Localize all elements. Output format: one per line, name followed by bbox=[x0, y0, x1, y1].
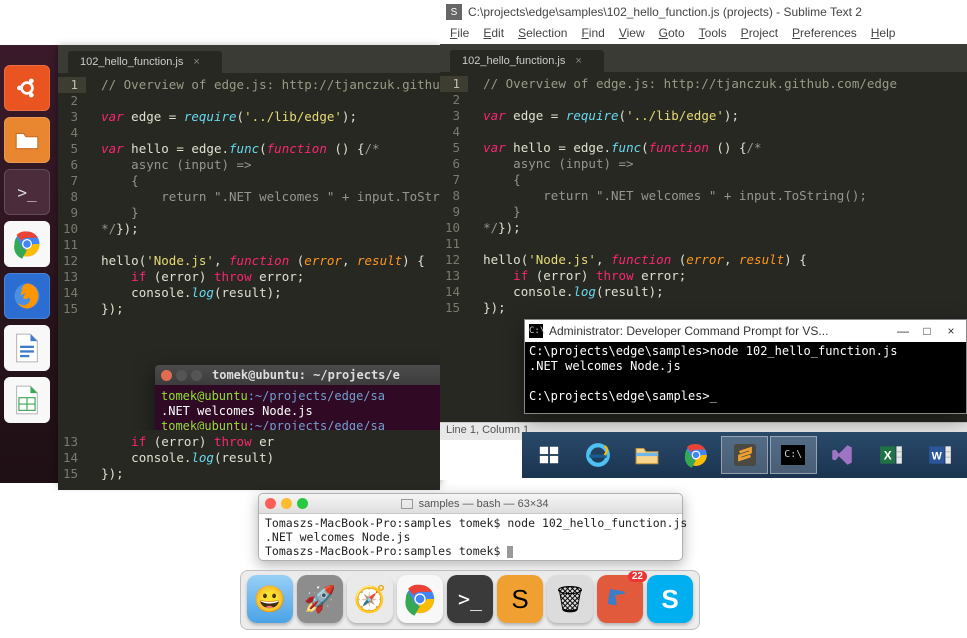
menu-tools[interactable]: Tools bbox=[693, 24, 733, 44]
menu-project[interactable]: Project bbox=[735, 24, 784, 44]
firefox-icon[interactable] bbox=[4, 273, 50, 319]
tab-label: 102_hello_function.js bbox=[80, 56, 183, 68]
menu-find[interactable]: Find bbox=[575, 24, 610, 44]
chrome-icon[interactable] bbox=[397, 575, 443, 623]
svg-text:X: X bbox=[884, 448, 892, 462]
windows-taskbar: C:\ X W bbox=[522, 432, 967, 478]
word-icon[interactable]: W bbox=[916, 436, 963, 474]
skype-icon[interactable]: S bbox=[647, 575, 693, 623]
excel-icon[interactable]: X bbox=[867, 436, 914, 474]
status-text: Line 1, Column 1 bbox=[446, 424, 529, 436]
mac-terminal-titlebar[interactable]: samples — bash — 63×34 bbox=[259, 494, 682, 514]
svg-text:W: W bbox=[931, 450, 942, 462]
ubuntu-screenshot: >_ 102_hello_function.js × 1 // Overview… bbox=[0, 45, 440, 483]
mac-terminal-title: samples — bash — 63×34 bbox=[419, 498, 549, 510]
maximize-icon[interactable] bbox=[191, 370, 202, 381]
cmd-icon[interactable]: C:\ bbox=[770, 436, 817, 474]
tab-label: 102_hello_function.js bbox=[462, 55, 565, 67]
visualstudio-icon[interactable] bbox=[819, 436, 866, 474]
badge: 22 bbox=[628, 571, 647, 582]
folder-icon bbox=[401, 499, 413, 509]
sublime-icon[interactable] bbox=[721, 436, 768, 474]
unity-launcher: >_ bbox=[0, 60, 56, 428]
terminal-icon[interactable]: >_ bbox=[4, 169, 50, 215]
menu-goto[interactable]: Goto bbox=[653, 24, 691, 44]
code-area-linux[interactable]: 1 // Overview of edge.js: http://tjanczu… bbox=[58, 73, 440, 321]
menu-edit[interactable]: Edit bbox=[477, 24, 510, 44]
close-icon[interactable] bbox=[161, 370, 172, 381]
virtualbox-icon[interactable]: 22 bbox=[597, 575, 643, 623]
gnome-terminal[interactable]: tomek@ubuntu: ~/projects/e tomek@ubuntu:… bbox=[155, 365, 455, 438]
mac-terminal[interactable]: samples — bash — 63×34 Tomaszs-MacBook-P… bbox=[258, 493, 683, 561]
cmd-window[interactable]: C:\ Administrator: Developer Command Pro… bbox=[524, 319, 967, 414]
libreoffice-writer-icon[interactable] bbox=[4, 325, 50, 371]
terminal-titlebar[interactable]: tomek@ubuntu: ~/projects/e bbox=[155, 365, 455, 385]
launchpad-icon[interactable]: 🚀 bbox=[297, 575, 343, 623]
terminal-title: tomek@ubuntu: ~/projects/e bbox=[212, 368, 400, 382]
start-icon[interactable] bbox=[526, 436, 573, 474]
maximize-icon[interactable]: □ bbox=[916, 324, 938, 338]
mac-terminal-body[interactable]: Tomaszs-MacBook-Pro:samples tomek$ node … bbox=[259, 514, 682, 560]
cmd-body[interactable]: C:\projects\edge\samples>node 102_hello_… bbox=[525, 342, 966, 413]
minimize-icon[interactable]: — bbox=[892, 324, 914, 338]
sublime-icon: S bbox=[446, 4, 462, 20]
tab-bar: 102_hello_function.js × bbox=[440, 44, 967, 72]
maximize-icon[interactable] bbox=[297, 498, 308, 509]
cmd-title-text: Administrator: Developer Command Prompt … bbox=[549, 324, 828, 338]
close-icon[interactable]: × bbox=[193, 56, 199, 68]
ie-icon[interactable] bbox=[575, 436, 622, 474]
close-icon[interactable] bbox=[265, 498, 276, 509]
trash-icon[interactable]: 🗑 bbox=[547, 575, 593, 623]
safari-icon[interactable]: 🧭 bbox=[347, 575, 393, 623]
close-icon[interactable]: × bbox=[940, 324, 962, 338]
window-title: C:\projects\edge\samples\102_hello_funct… bbox=[468, 5, 862, 19]
libreoffice-calc-icon[interactable] bbox=[4, 377, 50, 423]
editor-tab[interactable]: 102_hello_function.js × bbox=[450, 50, 604, 72]
tab-bar: 102_hello_function.js × bbox=[58, 45, 440, 73]
sublime-icon[interactable]: S bbox=[497, 575, 543, 623]
menu-selection[interactable]: Selection bbox=[512, 24, 573, 44]
menu-file[interactable]: File bbox=[444, 24, 475, 44]
finder-icon[interactable]: 😀 bbox=[247, 575, 293, 623]
files-icon[interactable] bbox=[4, 117, 50, 163]
chrome-icon[interactable] bbox=[672, 436, 719, 474]
chrome-icon[interactable] bbox=[4, 221, 50, 267]
menu-preferences[interactable]: Preferences bbox=[786, 24, 863, 44]
menu-help[interactable]: Help bbox=[865, 24, 902, 44]
menu-view[interactable]: View bbox=[613, 24, 651, 44]
close-icon[interactable]: × bbox=[575, 55, 581, 67]
explorer-icon[interactable] bbox=[624, 436, 671, 474]
minimize-icon[interactable] bbox=[176, 370, 187, 381]
mac-dock: 😀🚀🧭>_S🗑22S bbox=[240, 570, 700, 630]
window-titlebar[interactable]: S C:\projects\edge\samples\102_hello_fun… bbox=[440, 0, 967, 24]
terminal-icon[interactable]: >_ bbox=[447, 575, 493, 623]
cmd-icon: C:\ bbox=[529, 324, 543, 338]
sublime-editor-mac-fragment: 13 if (error) throw er 14 console.log(re… bbox=[58, 430, 440, 490]
cmd-titlebar[interactable]: C:\ Administrator: Developer Command Pro… bbox=[525, 320, 966, 342]
minimize-icon[interactable] bbox=[281, 498, 292, 509]
menu-bar: FileEditSelectionFindViewGotoToolsProjec… bbox=[440, 24, 967, 44]
code-area-mac[interactable]: 13 if (error) throw er 14 console.log(re… bbox=[58, 430, 440, 486]
editor-tab[interactable]: 102_hello_function.js × bbox=[68, 51, 222, 73]
ubuntu-icon[interactable] bbox=[4, 65, 50, 111]
